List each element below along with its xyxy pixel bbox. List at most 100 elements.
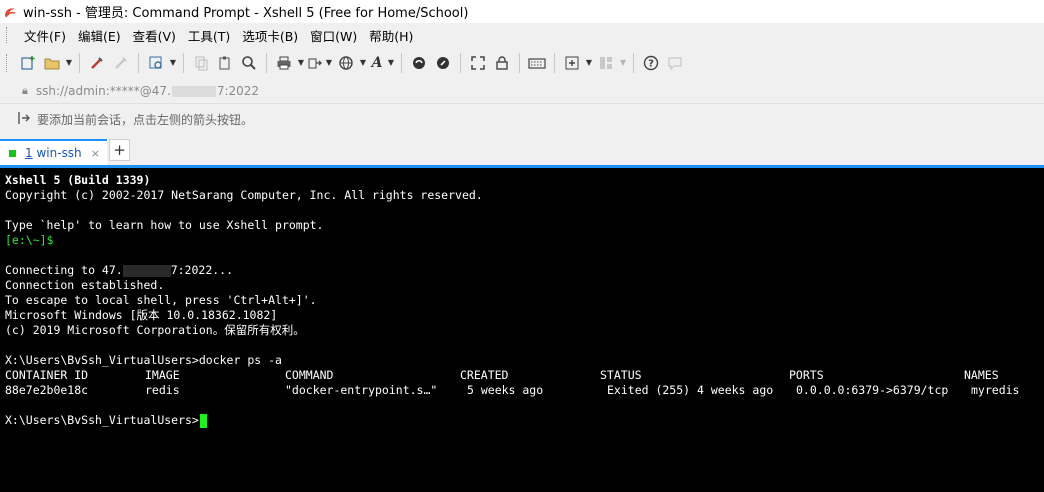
- fullscreen-icon[interactable]: [466, 52, 490, 74]
- globe-icon[interactable]: [334, 52, 358, 74]
- lock-icon: 🔒︎: [22, 83, 28, 97]
- chevron-down-icon[interactable]: ▼: [584, 52, 594, 74]
- copy-icon[interactable]: [189, 52, 213, 74]
- docker-row-image: redis: [145, 383, 180, 397]
- session-address[interactable]: ssh://admin:*****@47. 7:2022: [36, 84, 259, 98]
- terminal-escape: To escape to local shell, press 'Ctrl+Al…: [5, 293, 317, 307]
- chevron-down-icon[interactable]: ▼: [168, 52, 178, 74]
- windows-version: Microsoft Windows [版本 10.0.18362.1082]: [5, 308, 278, 322]
- chevron-down-icon[interactable]: ▼: [358, 52, 368, 74]
- toolbar-separator: [401, 52, 402, 73]
- xftp-icon[interactable]: [407, 52, 431, 74]
- layout-icon[interactable]: [594, 52, 618, 74]
- docker-command-line: X:\Users\BvSsh_VirtualUsers>docker ps -a: [5, 353, 282, 367]
- ms-copyright: (c) 2019 Microsoft Corporation。保留所有权利。: [5, 323, 305, 337]
- toolbar-separator: [138, 52, 139, 73]
- chat-icon[interactable]: [663, 52, 687, 74]
- tab-name: win-ssh: [36, 146, 82, 160]
- font-icon[interactable]: A: [368, 52, 386, 74]
- docker-header-names: NAMES: [964, 368, 999, 382]
- toolbar-separator: [266, 52, 267, 73]
- connected-status-icon: [9, 149, 16, 157]
- new-tab-button[interactable]: +: [109, 139, 130, 161]
- local-prompt: [e:\~]$: [5, 233, 54, 247]
- terminal-copyright: Copyright (c) 2002-2017 NetSarang Comput…: [5, 188, 483, 202]
- chevron-down-icon[interactable]: ▼: [386, 52, 396, 74]
- open-folder-icon[interactable]: [40, 52, 64, 74]
- menu-help[interactable]: 帮助(H): [363, 26, 419, 45]
- toolbar-separator: [633, 52, 634, 73]
- docker-header-created: CREATED: [460, 368, 509, 382]
- session-hint-text: 要添加当前会话，点击左侧的箭头按钮。: [37, 113, 254, 127]
- docker-header-image: IMAGE: [145, 368, 180, 382]
- terminal-established: Connection established.: [5, 278, 165, 292]
- final-prompt: X:\Users\BvSsh_VirtualUsers>: [5, 413, 199, 427]
- paste-icon[interactable]: [213, 52, 237, 74]
- chevron-down-icon[interactable]: ▼: [64, 52, 74, 74]
- docker-row-names: myredis: [971, 383, 1020, 397]
- toolbar-grip[interactable]: [6, 53, 10, 72]
- tab-strip: 1 win-ssh × +: [0, 135, 1044, 165]
- menu-view[interactable]: 查看(V): [127, 26, 182, 45]
- menu-tabs[interactable]: 选项卡(B): [236, 26, 304, 45]
- docker-header-ports: PORTS: [789, 368, 824, 382]
- chevron-down-icon[interactable]: ▼: [324, 52, 334, 74]
- connecting-suffix: 7:2022...: [170, 263, 234, 277]
- menu-edit[interactable]: 编辑(E): [72, 26, 127, 45]
- tab-number: 1: [25, 146, 33, 160]
- docker-header-container-id: CONTAINER ID: [5, 368, 89, 382]
- terminal-help: Type `help' to learn how to use Xshell p…: [5, 218, 324, 232]
- menu-window[interactable]: 窗口(W): [304, 26, 363, 45]
- new-session-icon[interactable]: [16, 52, 40, 74]
- connecting-prefix: Connecting to 47.: [5, 263, 123, 277]
- properties-icon[interactable]: [144, 52, 168, 74]
- docker-row-created: 5 weeks ago: [467, 383, 544, 397]
- menu-bar: 文件(F) 编辑(E) 查看(V) 工具(T) 选项卡(B) 窗口(W) 帮助(…: [0, 23, 1044, 47]
- transfer-icon[interactable]: [306, 52, 324, 74]
- new-tab-icon[interactable]: [560, 52, 584, 74]
- chevron-down-icon[interactable]: ▼: [296, 52, 306, 74]
- docker-header-status: STATUS: [600, 368, 642, 382]
- menu-tools[interactable]: 工具(T): [182, 26, 236, 45]
- toolbar-separator: [79, 52, 80, 73]
- disconnect-icon[interactable]: [109, 52, 133, 74]
- title-bar: win-ssh - 管理员: Command Prompt - Xshell 5…: [0, 0, 1044, 23]
- docker-row-ports: 0.0.0.0:6379->6379/tcp: [796, 383, 949, 397]
- terminal-cursor: [199, 413, 207, 428]
- docker-row-container-id: 88e7e2b0e18c: [5, 383, 89, 397]
- add-session-arrow-icon[interactable]: [17, 111, 31, 128]
- menu-file[interactable]: 文件(F): [18, 26, 72, 45]
- lock-icon[interactable]: [490, 52, 514, 74]
- docker-row-command: "docker-entrypoint.s…": [285, 383, 438, 397]
- redacted-ip: [171, 85, 216, 97]
- tab-label: 1 win-ssh: [25, 146, 82, 160]
- toolbar: ▼ ▼ ▼ ▼ ▼ A ▼ ▼ ▼ ?: [0, 47, 1044, 79]
- script-icon[interactable]: [431, 52, 455, 74]
- print-icon[interactable]: [272, 52, 296, 74]
- docker-row-status: Exited (255) 4 weeks ago: [607, 383, 774, 397]
- terminal-connecting: Connecting to 47. 7:2022...: [5, 263, 233, 278]
- find-icon[interactable]: [237, 52, 261, 74]
- terminal-area[interactable]: Xshell 5 (Build 1339) Copyright (c) 2002…: [0, 168, 1044, 492]
- help-icon[interactable]: ?: [639, 52, 663, 74]
- xshell-app-icon: [5, 7, 16, 17]
- session-hint-bar: 要添加当前会话，点击左侧的箭头按钮。: [0, 104, 1044, 135]
- keyboard-icon[interactable]: [525, 52, 549, 74]
- chevron-down-icon[interactable]: ▼: [618, 52, 628, 74]
- menubar-grip[interactable]: [6, 27, 10, 43]
- address-prefix: ssh://admin:*****@47.: [35, 83, 171, 98]
- toolbar-separator: [519, 52, 520, 73]
- final-prompt-line: X:\Users\BvSsh_VirtualUsers>: [5, 413, 207, 428]
- address-bar[interactable]: 🔒︎ ssh://admin:*****@47. 7:2022: [0, 78, 1044, 104]
- address-suffix: 7:2022: [216, 83, 260, 98]
- reconnect-icon[interactable]: [85, 52, 109, 74]
- svg-text:?: ?: [648, 58, 654, 69]
- toolbar-separator: [183, 52, 184, 73]
- redacted-ip: [122, 264, 171, 277]
- tab-win-ssh[interactable]: 1 win-ssh ×: [0, 139, 107, 165]
- toolbar-separator: [460, 52, 461, 73]
- docker-header-command: COMMAND: [285, 368, 334, 382]
- terminal-header: Xshell 5 (Build 1339): [5, 173, 151, 187]
- toolbar-separator: [554, 52, 555, 73]
- close-icon[interactable]: ×: [91, 147, 100, 160]
